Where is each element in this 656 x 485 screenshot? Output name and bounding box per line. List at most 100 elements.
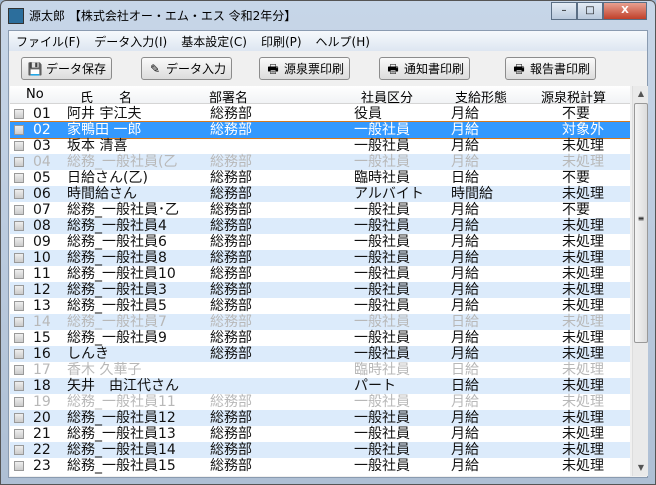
print-report-button[interactable]: 🖶 報告書印刷	[505, 57, 597, 80]
print-withholding-slip-button[interactable]: 🖶 源泉票印刷	[259, 57, 351, 80]
cell-pay: 月給	[451, 138, 479, 154]
table-row[interactable]: 14 総務_一般社員7 総務部 一般社員 日給 未処理	[10, 314, 630, 330]
row-checkbox[interactable]	[14, 285, 24, 295]
table-row[interactable]: 20 総務_一般社員12 総務部 一般社員 月給 未処理	[10, 410, 630, 426]
row-checkbox[interactable]	[14, 189, 24, 199]
cell-no: 02	[33, 122, 51, 138]
row-checkbox[interactable]	[14, 301, 24, 311]
row-checkbox[interactable]	[14, 429, 24, 439]
row-checkbox[interactable]	[14, 157, 24, 167]
menu-settings[interactable]: 基本設定(C)	[174, 31, 254, 51]
table-row[interactable]: 23 総務_一般社員15 総務部 一般社員 月給 未処理	[10, 458, 630, 474]
scroll-down-icon[interactable]: ▼	[633, 460, 649, 476]
data-entry-button[interactable]: ✎ データ入力	[141, 57, 233, 80]
scroll-thumb[interactable]: ≡	[634, 103, 648, 343]
menu-print[interactable]: 印刷(P)	[254, 31, 309, 51]
menu-data-entry[interactable]: データ入力(I)	[87, 31, 174, 51]
table-row[interactable]: 01 阿井 宇江夫 総務部 役員 月給 不要	[10, 106, 630, 122]
save-data-button[interactable]: 💾 データ保存	[21, 57, 113, 80]
row-checkbox[interactable]	[14, 381, 24, 391]
row-checkbox[interactable]	[14, 205, 24, 215]
save-icon: 💾	[27, 61, 43, 76]
row-checkbox[interactable]	[14, 413, 24, 423]
printer-icon: 🖶	[387, 61, 399, 76]
col-class[interactable]: 社員区分	[361, 87, 413, 106]
table-row[interactable]: 10 総務_一般社員8 総務部 一般社員 月給 未処理	[10, 250, 630, 266]
table-row[interactable]: 03 坂本 清喜 一般社員 月給 未処理	[10, 138, 630, 154]
cell-name: 香木 久華子	[67, 362, 142, 378]
col-tax[interactable]: 源泉税計算	[541, 87, 606, 106]
cell-dept: 総務部	[210, 154, 252, 170]
cell-class: アルバイト	[354, 186, 424, 202]
cell-no: 09	[33, 234, 51, 250]
close-button[interactable]: X	[603, 2, 647, 20]
cell-pay: 月給	[451, 298, 479, 314]
cell-dept: 総務部	[210, 458, 252, 474]
employee-list[interactable]: No 氏 名 部署名 社員区分 支給形態 源泉税計算 01 阿井 宇江夫 総務部 役員…	[10, 86, 630, 476]
table-row[interactable]: 22 総務_一般社員14 総務部 一般社員 月給 未処理	[10, 442, 630, 458]
cell-pay: 月給	[451, 410, 479, 426]
table-row[interactable]: 12 総務_一般社員3 総務部 一般社員 月給 未処理	[10, 282, 630, 298]
scroll-up-icon[interactable]: ▲	[633, 86, 649, 102]
row-checkbox[interactable]	[14, 125, 24, 135]
table-row[interactable]: 16 しんき 総務部 一般社員 月給 未処理	[10, 346, 630, 362]
row-checkbox[interactable]	[14, 221, 24, 231]
row-checkbox[interactable]	[14, 237, 24, 247]
menu-file[interactable]: ファイル(F)	[9, 31, 87, 51]
col-no[interactable]: No	[26, 87, 44, 102]
cell-pay: 月給	[451, 154, 479, 170]
row-checkbox[interactable]	[14, 173, 24, 183]
row-checkbox[interactable]	[14, 333, 24, 343]
minimize-button[interactable]: –	[551, 2, 577, 20]
row-checkbox[interactable]	[14, 397, 24, 407]
cell-tax: 未処理	[562, 426, 604, 442]
cell-no: 05	[33, 170, 51, 186]
row-checkbox[interactable]	[14, 141, 24, 151]
table-row[interactable]: 11 総務_一般社員10 総務部 一般社員 月給 未処理	[10, 266, 630, 282]
table-row[interactable]: 09 総務_一般社員6 総務部 一般社員 月給 未処理	[10, 234, 630, 250]
table-row[interactable]: 17 香木 久華子 臨時社員 日給 未処理	[10, 362, 630, 378]
row-checkbox[interactable]	[14, 317, 24, 327]
table-row[interactable]: 08 総務_一般社員4 総務部 一般社員 月給 未処理	[10, 218, 630, 234]
row-checkbox[interactable]	[14, 349, 24, 359]
table-row[interactable]: 19 総務_一般社員11 総務部 一般社員 月給 未処理	[10, 394, 630, 410]
cell-tax: 未処理	[562, 138, 604, 154]
cell-name: 総務_一般社員･乙	[67, 202, 179, 218]
table-row[interactable]: 05 日給さん(乙) 総務部 臨時社員 日給 不要	[10, 170, 630, 186]
col-name[interactable]: 氏 名	[80, 87, 132, 106]
cell-class: 一般社員	[354, 330, 410, 346]
cell-pay: 月給	[451, 394, 479, 410]
button-label: 報告書印刷	[530, 62, 591, 76]
cell-tax: 未処理	[562, 314, 604, 330]
table-row[interactable]: 07 総務_一般社員･乙 総務部 一般社員 月給 不要	[10, 202, 630, 218]
row-checkbox[interactable]	[14, 445, 24, 455]
cell-name: 総務_一般社員9	[67, 330, 167, 346]
table-row[interactable]: 06 時間給さん 総務部 アルバイト 時間給 未処理	[10, 186, 630, 202]
cell-class: 一般社員	[354, 442, 410, 458]
table-row[interactable]: 21 総務_一般社員13 総務部 一般社員 月給 未処理	[10, 426, 630, 442]
table-row[interactable]: 02 家鴨田 一郎 総務部 一般社員 月給 対象外	[10, 121, 630, 139]
row-checkbox[interactable]	[14, 253, 24, 263]
menu-help[interactable]: ヘルプ(H)	[309, 31, 377, 51]
row-checkbox[interactable]	[14, 461, 24, 471]
cell-class: 一般社員	[354, 138, 410, 154]
print-notice-button[interactable]: 🖶 通知書印刷	[379, 57, 471, 80]
col-dept[interactable]: 部署名	[209, 87, 248, 106]
cell-pay: 月給	[451, 426, 479, 442]
row-checkbox[interactable]	[14, 269, 24, 279]
cell-name: 総務_一般社員12	[67, 410, 176, 426]
vertical-scrollbar[interactable]: ▲ ≡ ▼	[632, 86, 648, 476]
table-row[interactable]: 15 総務_一般社員9 総務部 一般社員 月給 未処理	[10, 330, 630, 346]
cell-name: 総務_一般社員3	[67, 282, 167, 298]
maximize-button[interactable]: □	[577, 2, 603, 20]
cell-tax: 未処理	[562, 234, 604, 250]
table-row[interactable]: 13 総務_一般社員5 総務部 一般社員 月給 未処理	[10, 298, 630, 314]
row-checkbox[interactable]	[14, 109, 24, 119]
table-row[interactable]: 04 総務_一般社員(乙 総務部 一般社員 月給 未処理	[10, 154, 630, 170]
table-row[interactable]: 18 矢井 由江代さん パート 日給 未処理	[10, 378, 630, 394]
cell-tax: 未処理	[562, 378, 604, 394]
col-pay[interactable]: 支給形態	[455, 87, 507, 106]
row-checkbox[interactable]	[14, 365, 24, 375]
cell-pay: 月給	[451, 346, 479, 362]
cell-name: 総務_一般社員11	[67, 394, 176, 410]
